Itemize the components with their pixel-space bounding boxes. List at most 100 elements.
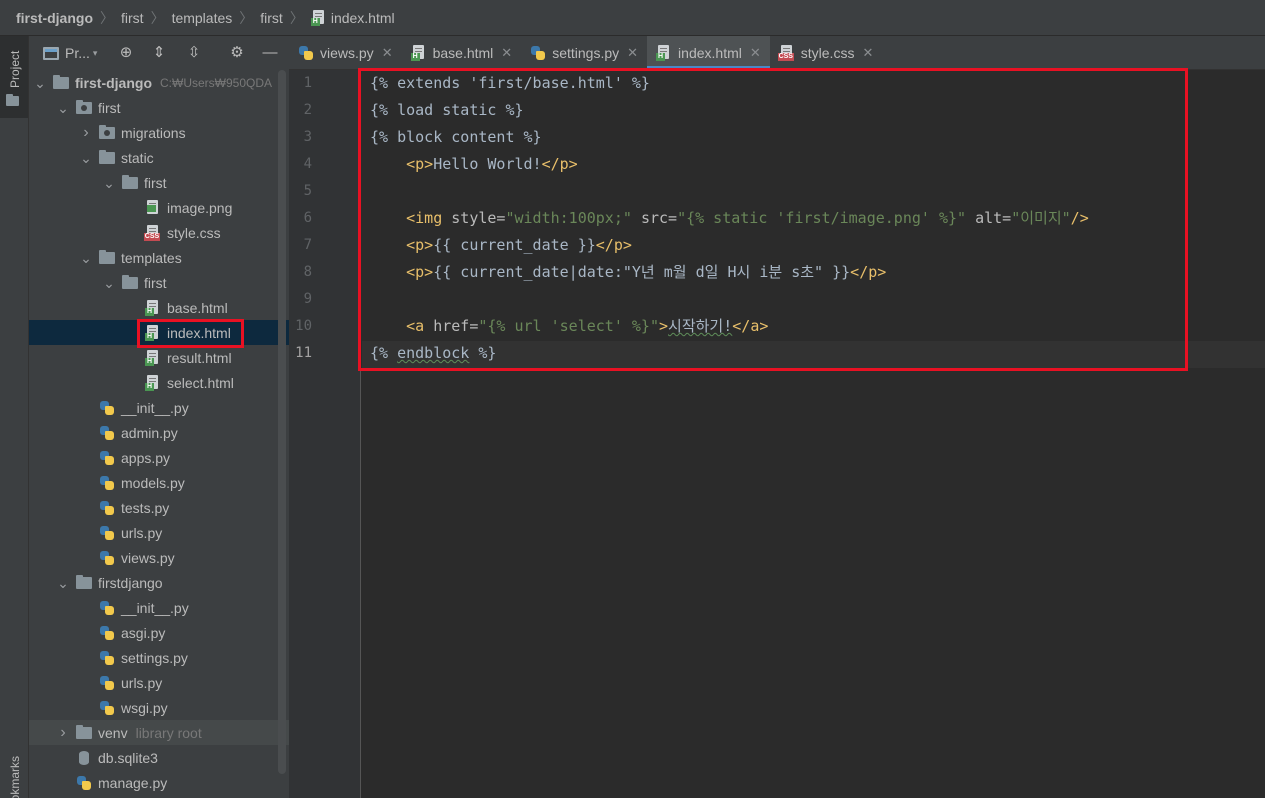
tree-item-label: base.html <box>167 299 228 316</box>
chevron-down-icon[interactable]: ⌄ <box>102 276 116 290</box>
panel-dropdown-icon[interactable]: ▾ <box>93 48 98 59</box>
tree-item[interactable]: db.sqlite3 <box>29 745 289 770</box>
database-file-icon <box>76 750 92 766</box>
tree-item[interactable]: asgi.py <box>29 620 289 645</box>
minimize-icon[interactable]: — <box>261 45 279 61</box>
tree-item[interactable]: __init__.py <box>29 395 289 420</box>
chevron-right-icon[interactable]: › <box>79 124 93 142</box>
chevron-right-icon: 〉 <box>239 9 254 26</box>
expand-all-icon[interactable]: ⇕ <box>150 45 168 61</box>
tree-item[interactable]: ⌄ firstdjango <box>29 570 289 595</box>
tree-item[interactable]: settings.py <box>29 645 289 670</box>
chevron-right-icon[interactable]: › <box>56 724 70 742</box>
tab-base-html[interactable]: Hbase.html ✕ <box>402 36 522 69</box>
gear-icon[interactable]: ⚙ <box>228 45 246 61</box>
python-file-icon <box>99 400 115 416</box>
tree-item[interactable]: views.py <box>29 545 289 570</box>
chevron-down-icon[interactable]: ⌄ <box>79 251 93 265</box>
bookmarks-tool-button[interactable]: Bookmarks <box>0 736 28 798</box>
breadcrumb: first-django 〉 first 〉 templates 〉 first… <box>0 0 1265 36</box>
python-file-icon <box>99 475 115 491</box>
python-file-icon <box>99 500 115 516</box>
tree-item[interactable]: ⌄ first <box>29 95 289 120</box>
tree-item[interactable]: Hindex.html <box>29 320 289 345</box>
line-number: 8 <box>303 264 312 280</box>
breadcrumb-project[interactable]: first-django <box>16 10 93 26</box>
close-icon[interactable]: ✕ <box>627 45 638 61</box>
tree-item[interactable]: ⌄ first-django C:₩Users₩950QDA <box>29 70 289 95</box>
locate-icon[interactable]: ⊕ <box>117 45 135 61</box>
tree-item[interactable]: Hresult.html <box>29 345 289 370</box>
chevron-down-icon[interactable]: ⌄ <box>33 76 47 90</box>
code-line-7: <p>{{ current_date }}</p> <box>406 236 632 254</box>
close-icon[interactable]: ✕ <box>862 45 873 61</box>
line-number: 10 <box>295 318 312 334</box>
tree-item[interactable]: ⌄ templates <box>29 245 289 270</box>
tree-item[interactable]: urls.py <box>29 520 289 545</box>
tree-item[interactable]: Hbase.html <box>29 295 289 320</box>
tab-label: index.html <box>678 44 742 61</box>
tree-item[interactable]: Hselect.html <box>29 370 289 395</box>
breadcrumb-first-sub[interactable]: first <box>260 10 283 26</box>
line-number: 6 <box>303 210 312 226</box>
image-file-icon <box>145 199 161 216</box>
breadcrumb-templates[interactable]: templates <box>172 10 233 26</box>
tree-item[interactable]: admin.py <box>29 420 289 445</box>
collapse-all-icon[interactable]: ⇳ <box>185 45 203 61</box>
project-tool-button[interactable]: Project <box>0 36 28 118</box>
breadcrumb-first[interactable]: first <box>121 10 144 26</box>
tree-item[interactable]: ⌄ static <box>29 145 289 170</box>
code-line-3: {% block content %} <box>370 128 542 146</box>
tree-scrollbar[interactable] <box>278 70 286 774</box>
tree-item[interactable]: CSS style.css <box>29 220 289 245</box>
tree-item-label: admin.py <box>121 424 178 441</box>
project-view-icon <box>43 46 59 60</box>
chevron-down-icon[interactable]: ⌄ <box>56 101 70 115</box>
python-file-icon <box>530 45 546 61</box>
tree-item[interactable]: tests.py <box>29 495 289 520</box>
tree-item[interactable]: models.py <box>29 470 289 495</box>
tree-item[interactable]: manage.py <box>29 770 289 795</box>
tree-item[interactable]: urls.py <box>29 670 289 695</box>
close-icon[interactable]: ✕ <box>750 45 761 61</box>
tree-item[interactable]: wsgi.py <box>29 695 289 720</box>
python-file-icon <box>99 600 115 616</box>
tab-index-html[interactable]: Hindex.html ✕ <box>647 36 770 69</box>
code-line-2: {% load static %} <box>370 101 524 119</box>
chevron-down-icon[interactable]: ⌄ <box>56 576 70 590</box>
tree-item[interactable]: ⌄ first <box>29 270 289 295</box>
tab-style-css[interactable]: CSS style.css ✕ <box>770 36 883 69</box>
folder-icon <box>76 574 92 591</box>
tree-item-label: image.png <box>167 199 233 216</box>
code-line-10: <a href="{% url 'select' %}">시작하기!</a> <box>406 317 769 335</box>
code-editor[interactable]: {% extends 'first/base.html' %} {% load … <box>362 70 1265 798</box>
line-number: 2 <box>303 102 312 118</box>
tree-item[interactable]: › venv library root <box>29 720 289 745</box>
tree-item-label: db.sqlite3 <box>98 749 158 766</box>
html-file-icon: H <box>145 324 161 341</box>
line-number: 9 <box>303 291 312 307</box>
tree-item[interactable]: ⌄ first <box>29 170 289 195</box>
package-folder-icon <box>76 99 92 116</box>
css-file-icon: CSS <box>777 44 795 61</box>
chevron-down-icon[interactable]: ⌄ <box>79 151 93 165</box>
tree-item-label: wsgi.py <box>121 699 168 716</box>
tab-label: base.html <box>432 44 494 61</box>
tree-item[interactable]: › migrations <box>29 120 289 145</box>
tree-item[interactable]: __init__.py <box>29 595 289 620</box>
close-icon[interactable]: ✕ <box>501 45 512 61</box>
tree-item[interactable]: apps.py <box>29 445 289 470</box>
line-number: 4 <box>303 156 312 172</box>
html-file-icon: H <box>145 374 161 391</box>
tree-item-label: first <box>98 99 121 116</box>
tree-item-label: manage.py <box>98 774 168 791</box>
tree-item[interactable]: image.png <box>29 195 289 220</box>
tab-views-py[interactable]: views.py ✕ <box>289 36 402 69</box>
tab-settings-py[interactable]: settings.py ✕ <box>521 36 647 69</box>
tree-item-hint: C:₩Users₩950QDA <box>160 75 273 90</box>
close-icon[interactable]: ✕ <box>382 45 393 61</box>
breadcrumb-file[interactable]: index.html <box>331 10 395 26</box>
panel-title[interactable]: Pr... <box>65 45 90 61</box>
tab-label: style.css <box>800 44 855 61</box>
chevron-down-icon[interactable]: ⌄ <box>102 176 116 190</box>
